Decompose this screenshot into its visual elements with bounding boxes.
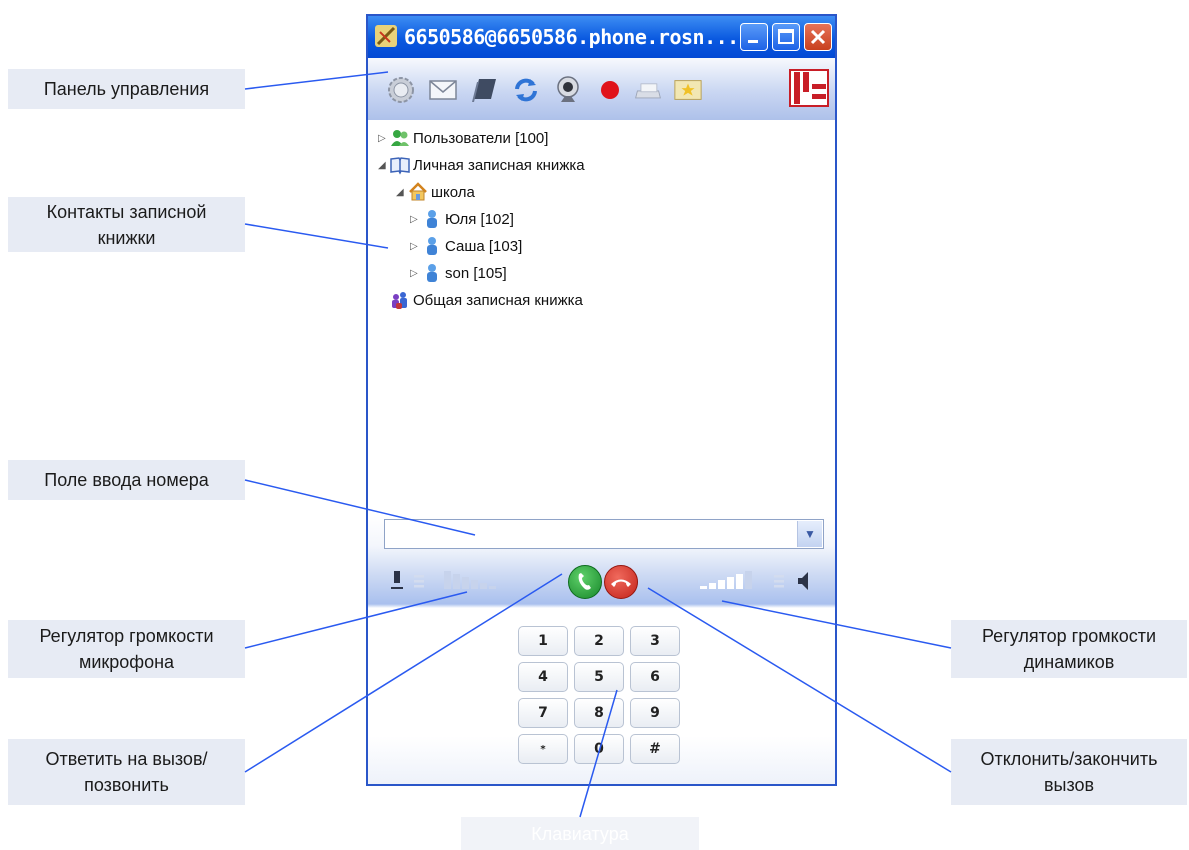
webcam-icon	[557, 76, 579, 102]
callout-notebook-contacts: Контакты записной книжки	[8, 197, 245, 252]
close-button[interactable]	[804, 23, 832, 51]
tree-item-personal-book[interactable]: ◢ Личная записная книжка	[378, 154, 585, 176]
microphone-icon	[391, 571, 403, 589]
maximize-button[interactable]	[772, 23, 800, 51]
phone-window: 6650586@6650586.phone.rosn... ▷ Пользова…	[366, 14, 837, 786]
tree-item-users[interactable]: ▷ Пользователи [100]	[378, 127, 548, 149]
phone-answer-icon	[578, 573, 591, 590]
callout-reject-call: Отклонить/закончить вызов	[951, 739, 1187, 805]
key-8[interactable]: 8	[574, 698, 624, 728]
chevron-down-icon: ▼	[804, 527, 816, 541]
callout-answer-call: Ответить на вызов/ позвонить	[8, 739, 245, 805]
maximize-icon	[778, 29, 794, 44]
tree-item-label: Саша [103]	[445, 237, 523, 255]
key-0[interactable]: 0	[574, 734, 624, 764]
expand-arrow-icon[interactable]: ▷	[410, 214, 422, 225]
key-2[interactable]: 2	[574, 626, 624, 656]
fax-button[interactable]	[633, 75, 663, 105]
key-6[interactable]: 6	[630, 662, 680, 692]
minimize-icon	[748, 40, 758, 43]
window-title: 6650586@6650586.phone.rosn...	[404, 25, 739, 49]
refresh-button[interactable]	[511, 75, 541, 105]
callout-mic-volume: Регулятор громкости микрофона	[8, 620, 245, 678]
contact-person-icon	[427, 264, 437, 282]
tree-item-shared-book[interactable]: Общая записная книжка	[390, 289, 583, 311]
settings-gear-icon	[388, 77, 414, 103]
vcard-button[interactable]	[673, 75, 703, 105]
key-4[interactable]: 4	[518, 662, 568, 692]
contact-tree: ▷ Пользователи [100] ◢ Личная записная к…	[368, 120, 835, 516]
address-book-icon	[472, 79, 496, 102]
shared-group-icon	[392, 292, 407, 309]
mic-volume-control[interactable]	[388, 569, 508, 593]
contact-person-icon	[427, 237, 437, 255]
phone-hangup-icon	[611, 579, 631, 587]
collapse-arrow-icon[interactable]: ◢	[396, 187, 408, 198]
tree-item-label: Пользователи [100]	[413, 129, 549, 147]
tree-item-group-school[interactable]: ◢ школа	[396, 181, 475, 203]
tree-item-label: son [105]	[445, 264, 507, 282]
key-hash[interactable]: #	[630, 734, 680, 764]
tree-item-contact-son[interactable]: ▷ son [105]	[410, 262, 507, 284]
address-book-button[interactable]	[469, 75, 499, 105]
book-icon	[390, 157, 410, 175]
key-3[interactable]: 3	[630, 626, 680, 656]
collapse-arrow-icon[interactable]: ◢	[378, 160, 390, 171]
mail-button[interactable]	[428, 75, 458, 105]
app-icon	[375, 25, 397, 47]
webcam-button[interactable]	[553, 75, 583, 105]
record-icon	[601, 81, 619, 99]
key-1[interactable]: 1	[518, 626, 568, 656]
key-star[interactable]: *	[518, 734, 568, 764]
refresh-icon	[515, 78, 537, 102]
expand-arrow-icon[interactable]: ▷	[378, 133, 390, 144]
users-group-icon	[391, 130, 409, 146]
answer-call-button[interactable]	[568, 565, 602, 599]
number-dropdown-button[interactable]: ▼	[797, 521, 822, 547]
callout-number-field: Поле ввода номера	[8, 460, 245, 500]
tree-item-label: Юля [102]	[445, 210, 514, 228]
title-bar[interactable]: 6650586@6650586.phone.rosn...	[368, 16, 835, 58]
speaker-volume-control[interactable]	[698, 569, 828, 593]
speaker-icon	[798, 572, 808, 590]
logo-icon	[789, 69, 829, 107]
house-icon	[409, 182, 427, 201]
mail-icon	[429, 80, 457, 100]
expand-arrow-icon[interactable]: ▷	[410, 268, 422, 279]
expand-arrow-icon[interactable]: ▷	[410, 241, 422, 252]
tree-item-contact-sasha[interactable]: ▷ Саша [103]	[410, 235, 522, 257]
tree-item-label: Личная записная книжка	[413, 156, 585, 174]
record-button[interactable]	[595, 75, 625, 105]
callout-keyboard: Клавиатура	[461, 817, 699, 850]
key-9[interactable]: 9	[630, 698, 680, 728]
key-5[interactable]: 5	[574, 662, 624, 692]
reject-call-button[interactable]	[604, 565, 638, 599]
settings-button[interactable]	[386, 75, 416, 105]
control-panel	[368, 58, 835, 120]
callout-speaker-volume: Регулятор громкости динамиков	[951, 620, 1187, 678]
tree-item-contact-yulia[interactable]: ▷ Юля [102]	[410, 208, 514, 230]
minimize-button[interactable]	[740, 23, 768, 51]
fax-icon	[635, 83, 661, 99]
vcard-icon	[674, 80, 702, 100]
close-icon	[810, 29, 826, 45]
contact-person-icon	[427, 210, 437, 228]
number-input-field[interactable]: ▼	[384, 519, 824, 549]
tree-item-label: Общая записная книжка	[413, 291, 583, 309]
number-input[interactable]	[389, 521, 793, 549]
key-7[interactable]: 7	[518, 698, 568, 728]
tree-item-label: школа	[431, 183, 475, 201]
logo-button[interactable]	[788, 68, 830, 108]
callout-control-panel: Панель управления	[8, 69, 245, 109]
